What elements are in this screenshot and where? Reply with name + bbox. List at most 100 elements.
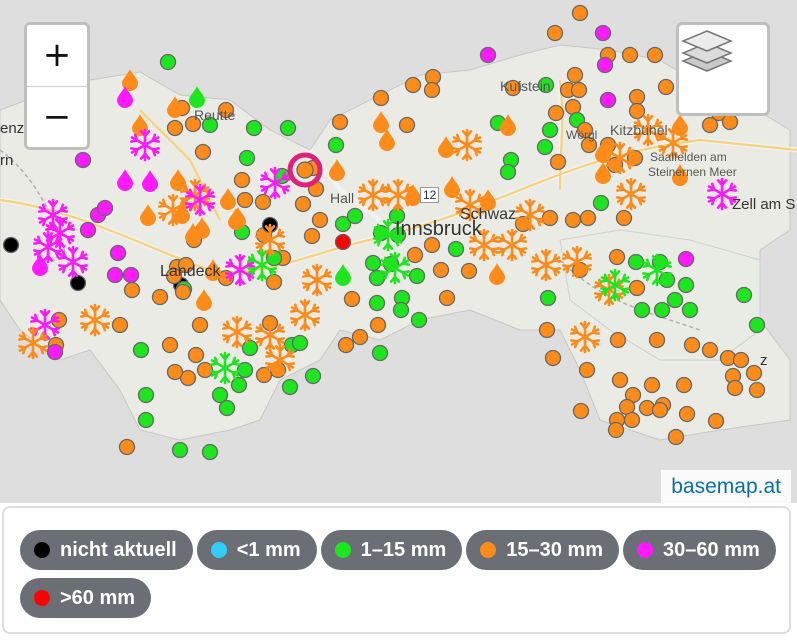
station-marker-dot[interactable]: [611, 371, 629, 389]
station-marker-dot[interactable]: [236, 191, 254, 209]
station-marker-dot[interactable]: [294, 195, 312, 213]
station-marker-dot[interactable]: [547, 104, 565, 122]
station-marker-dot[interactable]: [351, 328, 369, 346]
station-marker-dot[interactable]: [279, 119, 297, 137]
legend-chip[interactable]: 1–15 mm: [320, 530, 463, 570]
station-marker-dot[interactable]: [2, 236, 20, 254]
station-marker-dot[interactable]: [337, 336, 355, 354]
station-marker-dot[interactable]: [245, 119, 263, 137]
station-marker-dot[interactable]: [615, 209, 633, 227]
station-marker-dot[interactable]: [681, 301, 699, 319]
station-marker-dot[interactable]: [364, 254, 382, 272]
station-marker-dot[interactable]: [404, 76, 422, 94]
station-marker-dot[interactable]: [544, 349, 562, 367]
station-marker-dot[interactable]: [596, 56, 614, 74]
legend-chip[interactable]: 15–30 mm: [466, 530, 620, 570]
station-marker-dot[interactable]: [398, 116, 416, 134]
station-marker-dot[interactable]: [238, 149, 256, 167]
station-marker-dot[interactable]: [174, 283, 192, 301]
station-marker-dot[interactable]: [346, 207, 364, 225]
station-marker-dot[interactable]: [566, 66, 584, 84]
station-marker-dot[interactable]: [109, 244, 127, 262]
station-marker-dot[interactable]: [79, 221, 97, 239]
station-marker-dot[interactable]: [118, 438, 136, 456]
station-marker-dot[interactable]: [369, 316, 387, 334]
legend-chip[interactable]: 30–60 mm: [623, 530, 776, 570]
station-marker-dot[interactable]: [291, 334, 309, 352]
station-marker-dot[interactable]: [368, 294, 386, 312]
station-marker-dot[interactable]: [166, 363, 184, 381]
station-marker-dot[interactable]: [683, 336, 701, 354]
station-marker-dot[interactable]: [137, 411, 155, 429]
station-marker-dot[interactable]: [218, 399, 236, 417]
station-marker-dot[interactable]: [570, 81, 588, 99]
station-marker-dot[interactable]: [675, 376, 693, 394]
station-marker-dot[interactable]: [438, 289, 456, 307]
station-marker-dot[interactable]: [460, 262, 478, 280]
station-marker-dot[interactable]: [408, 267, 426, 285]
station-marker-dot[interactable]: [572, 402, 590, 420]
station-marker-dot[interactable]: [627, 253, 645, 271]
station-marker-dot[interactable]: [372, 89, 390, 107]
attribution-link[interactable]: basemap.at: [661, 470, 791, 503]
station-marker-dot[interactable]: [392, 301, 410, 319]
station-marker-dot[interactable]: [667, 428, 685, 446]
station-marker-dot[interactable]: [151, 288, 169, 306]
station-marker-dot[interactable]: [432, 261, 450, 279]
station-marker-dot[interactable]: [499, 163, 517, 181]
station-marker-dot[interactable]: [303, 227, 321, 245]
station-marker-dot[interactable]: [479, 46, 497, 64]
station-marker-dot[interactable]: [677, 250, 695, 268]
station-marker-dot[interactable]: [96, 199, 114, 217]
station-marker-dot[interactable]: [171, 441, 189, 459]
station-marker-dot[interactable]: [599, 91, 617, 109]
station-marker-dot[interactable]: [230, 376, 248, 394]
station-marker-dot[interactable]: [538, 321, 556, 339]
station-marker-dot[interactable]: [726, 379, 744, 397]
station-marker-dot[interactable]: [123, 281, 141, 299]
station-marker-dot[interactable]: [132, 341, 150, 359]
layers-button[interactable]: [676, 22, 770, 116]
station-marker-dot[interactable]: [623, 411, 641, 429]
station-marker-dot[interactable]: [666, 291, 684, 309]
station-marker-dot[interactable]: [311, 211, 329, 229]
station-marker-dot[interactable]: [194, 143, 212, 161]
station-marker-dot[interactable]: [371, 344, 389, 362]
station-marker-dot[interactable]: [646, 46, 664, 64]
station-marker-dot[interactable]: [735, 286, 753, 304]
station-marker-dot[interactable]: [609, 331, 627, 349]
station-marker-dot[interactable]: [74, 151, 92, 169]
zoom-out-button[interactable]: −: [27, 86, 87, 147]
station-marker-dot[interactable]: [122, 266, 140, 284]
station-marker-dot[interactable]: [678, 405, 696, 423]
station-marker-dot[interactable]: [304, 367, 322, 385]
station-marker-dot[interactable]: [191, 316, 209, 334]
station-marker-dot[interactable]: [343, 290, 361, 308]
station-marker-dot[interactable]: [608, 248, 626, 266]
station-marker-dot[interactable]: [187, 346, 205, 364]
station-marker-dot[interactable]: [677, 276, 695, 294]
station-marker-dot[interactable]: [46, 343, 64, 361]
legend-chip[interactable]: <1 mm: [196, 530, 317, 570]
station-marker-dot[interactable]: [628, 279, 646, 297]
station-marker-dot[interactable]: [254, 193, 272, 211]
station-marker-dot[interactable]: [296, 161, 314, 179]
station-marker-dot[interactable]: [265, 273, 283, 291]
station-marker-dot[interactable]: [571, 4, 589, 22]
station-marker-dot[interactable]: [549, 153, 567, 171]
station-marker-dot[interactable]: [331, 113, 349, 131]
legend-chip[interactable]: nicht aktuell: [20, 530, 193, 570]
station-marker-dot[interactable]: [621, 46, 639, 64]
station-marker-dot[interactable]: [579, 209, 597, 227]
station-marker-dot[interactable]: [541, 121, 559, 139]
station-marker-dot[interactable]: [447, 240, 465, 258]
station-marker-dot[interactable]: [607, 421, 625, 439]
station-marker-dot[interactable]: [578, 361, 596, 379]
station-marker-dot[interactable]: [748, 316, 766, 334]
station-marker-dot[interactable]: [334, 233, 352, 251]
station-marker-dot[interactable]: [592, 194, 610, 212]
station-marker-dot[interactable]: [653, 301, 671, 319]
station-marker-dot[interactable]: [628, 102, 646, 120]
station-marker-dot[interactable]: [281, 378, 299, 396]
station-marker-dot[interactable]: [539, 289, 557, 307]
